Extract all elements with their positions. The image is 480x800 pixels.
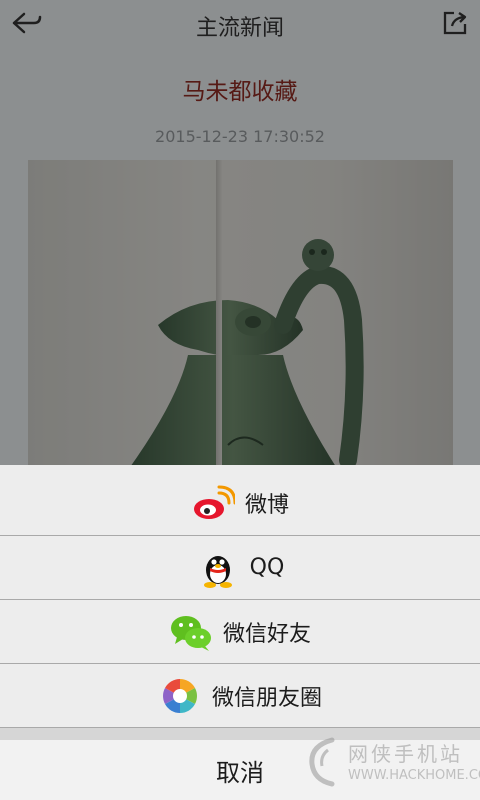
watermark: 网侠手机站 WWW.HACKHOME.COM — [302, 730, 480, 796]
share-weibo-label: 微博 — [244, 492, 289, 518]
watermark-text-en: WWW.HACKHOME.COM — [348, 768, 480, 783]
share-wechat-friend-label: 微信好友 — [222, 621, 311, 647]
watermark-logo-icon — [309, 737, 335, 787]
share-moments-label: 微信朋友圈 — [211, 685, 322, 711]
weibo-icon — [193, 485, 235, 519]
watermark-text-cn: 网侠手机站 — [348, 742, 463, 766]
share-qq-button[interactable]: QQ — [0, 536, 480, 600]
wechat-icon — [170, 615, 211, 651]
qq-icon — [203, 555, 232, 588]
share-moments-button[interactable]: 微信朋友圈 — [0, 664, 480, 728]
moments-icon — [162, 678, 197, 713]
share-qq-label: QQ — [249, 555, 285, 580]
share-wechat-friend-button[interactable]: 微信好友 — [0, 600, 480, 664]
share-weibo-button[interactable]: 微博 — [0, 470, 480, 536]
share-sheet: 微博 QQ 微信好友 微信朋友圈 取消 网侠手机站 WWW.HACKHOME.C — [0, 465, 480, 800]
